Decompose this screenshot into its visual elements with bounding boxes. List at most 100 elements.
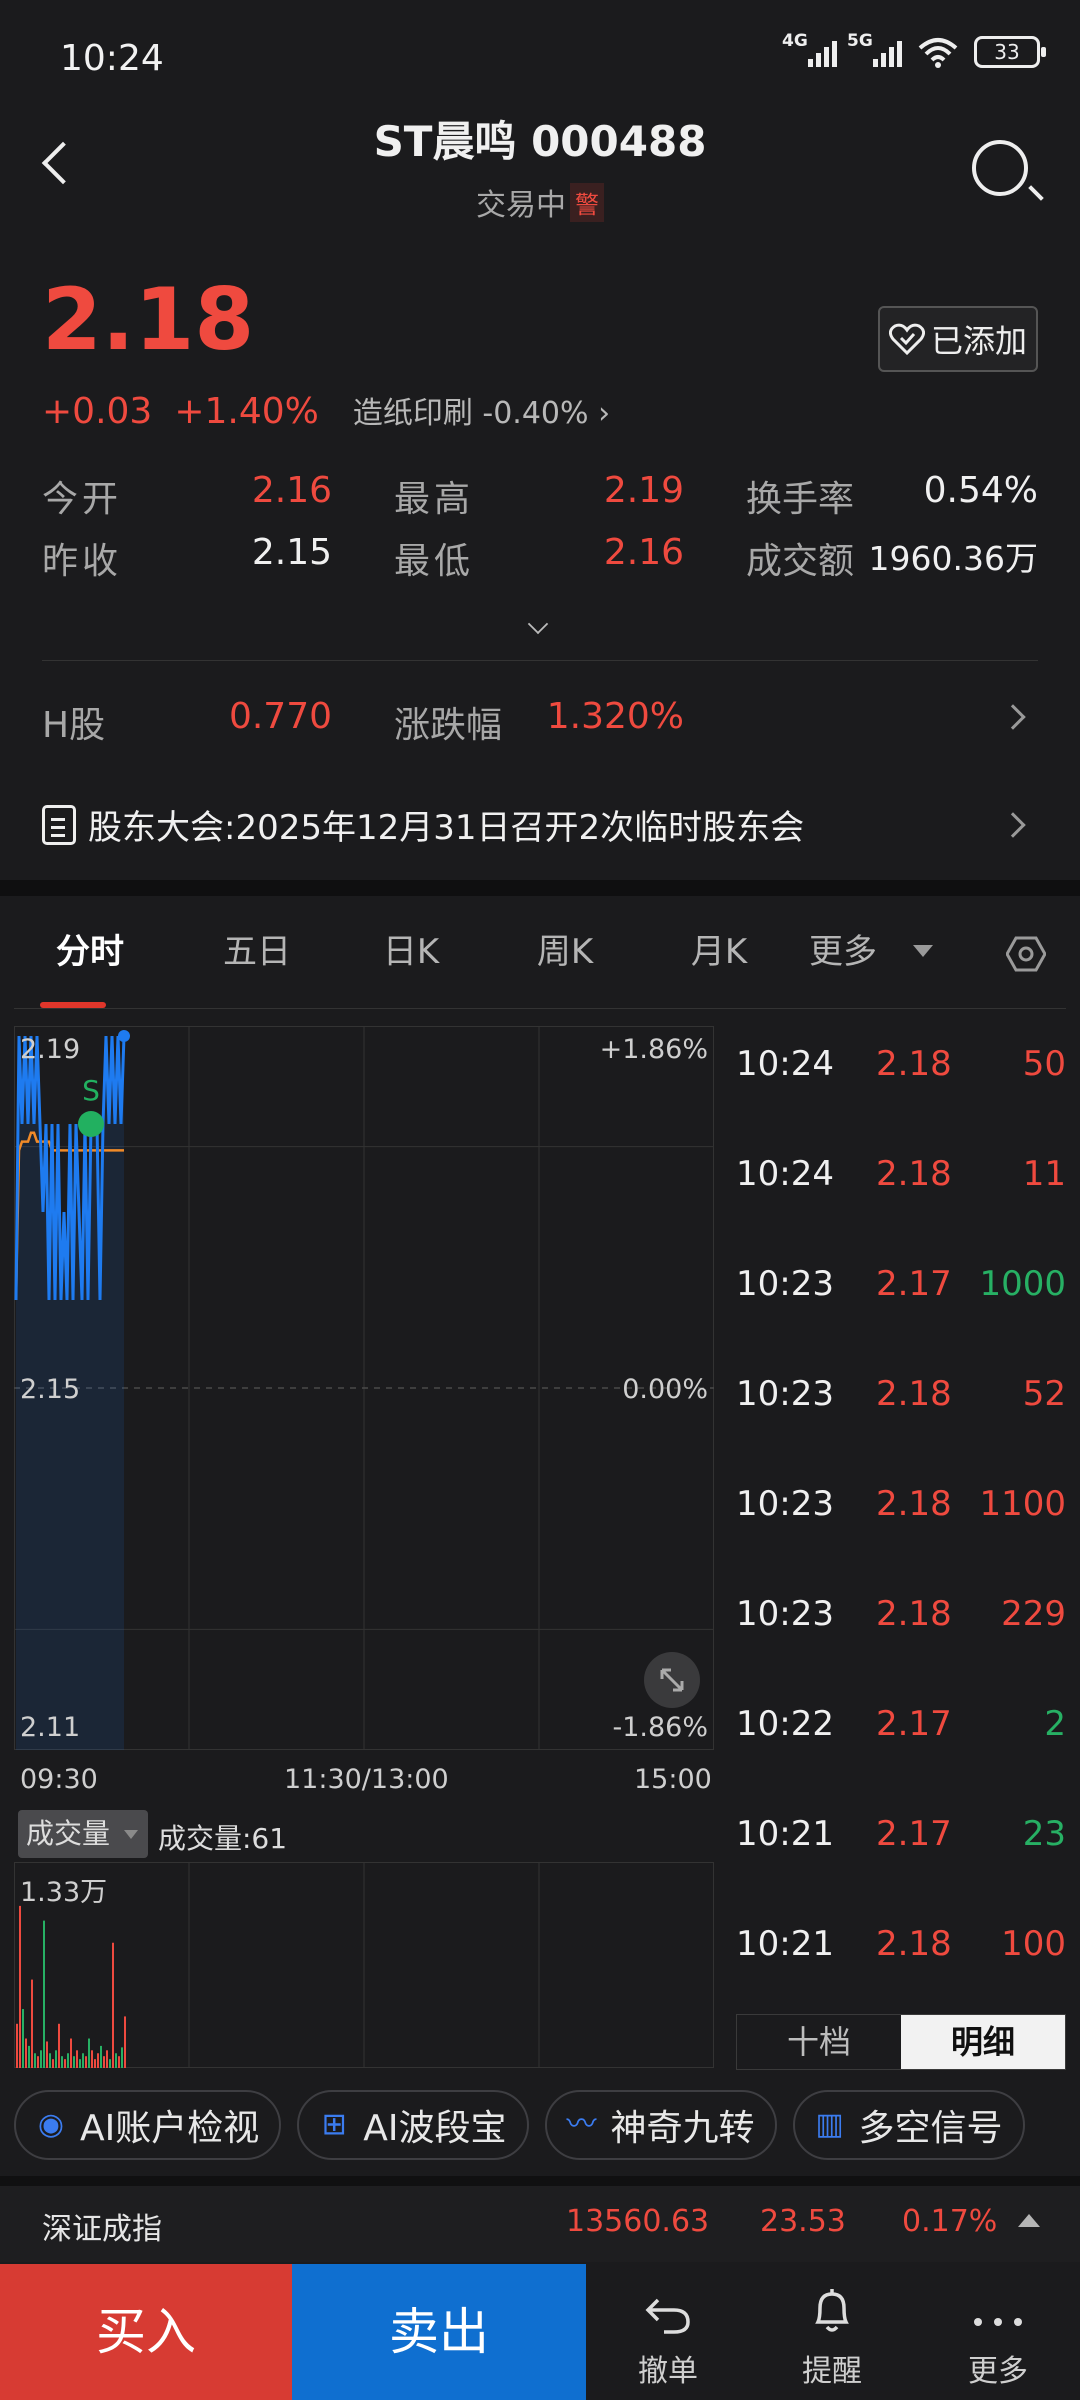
stock-title: ST晨鸣 000488 [373, 117, 707, 166]
volume-bar [34, 2053, 36, 2068]
volume-bar [43, 1920, 45, 2068]
notice-chevron-icon [1000, 812, 1026, 838]
intraday-chart-svg: S [14, 1026, 714, 1750]
tick-row: 10:23 2.18 1100 [736, 1484, 1066, 1524]
index-pct: 0.17% [902, 2204, 998, 2239]
warning-badge: 警 [570, 183, 604, 222]
volume-indicator-select[interactable]: 成交量 [18, 1810, 148, 1858]
prev-close-value: 2.15 [251, 532, 332, 573]
cancel-order-label: 撤单 [638, 2354, 698, 2389]
low-value: 2.16 [603, 532, 684, 573]
more-dots-icon [918, 2264, 1078, 2334]
watchlist-added-button[interactable]: 已添加 [878, 306, 1038, 372]
volume-bar [37, 2056, 39, 2068]
tick-price: 2.18 [876, 1484, 952, 1524]
status-time: 10:24 [60, 38, 164, 79]
expand-quote-chevron-icon[interactable] [527, 613, 549, 635]
tick-volume: 52 [1022, 1374, 1066, 1414]
tick-price: 2.17 [876, 1814, 952, 1854]
trend-icon: 〰 [566, 2107, 597, 2142]
quote-row-1: 今开 2.16 最高 2.19 换手率 0.54% [42, 470, 1038, 522]
chip-label: AI波段宝 [363, 2108, 507, 2149]
chip-bull-bear-signal[interactable]: ▥ 多空信号 [792, 2090, 1025, 2160]
expand-arrows-icon [660, 1668, 684, 1692]
divider [42, 660, 1038, 661]
index-expand-icon[interactable] [1018, 2214, 1040, 2227]
high-label: 最高 [394, 479, 475, 520]
signal-4g-icon: 4G [782, 31, 837, 67]
index-name: 深证成指 [42, 2212, 162, 2247]
chip-ai-band[interactable]: ⊞ AI波段宝 [297, 2090, 529, 2160]
cancel-order-button[interactable]: 撤单 [588, 2264, 748, 2400]
tab-daily-k[interactable]: 日K [334, 896, 488, 1008]
volume-bar [100, 2045, 102, 2068]
volume-bar [73, 2056, 75, 2068]
tab-intraday[interactable]: 分时 [0, 896, 180, 1008]
section-gap [0, 880, 1080, 896]
tab-weekly-k[interactable]: 周K [488, 896, 642, 1008]
quote-row-2: 昨收 2.15 最低 2.16 成交额 1960.36万 [42, 532, 1038, 584]
tab-monthly-k[interactable]: 月K [642, 896, 796, 1008]
x-axis-start: 09:30 [20, 1764, 98, 1795]
chart-settings-icon[interactable] [1006, 936, 1046, 972]
sector-link[interactable]: 造纸印刷 -0.40% › [353, 388, 610, 432]
tick-price: 2.18 [876, 1374, 952, 1414]
volume-readout: 成交量:61 [158, 1822, 288, 1855]
battery-icon: 33 [974, 36, 1046, 68]
sell-signal-label: S [82, 1074, 100, 1107]
search-button[interactable] [972, 140, 1028, 196]
hshare-label: H股 [42, 705, 106, 746]
open-value: 2.16 [251, 470, 332, 511]
hshare-row[interactable]: H股 0.770 涨跌幅 1.320% [42, 696, 1038, 748]
tick-time: 10:21 [736, 1924, 834, 1964]
volume-bar [103, 2056, 105, 2068]
volume-bar [94, 2059, 96, 2068]
volume-bar [97, 2053, 99, 2068]
volume-bar [118, 2056, 120, 2068]
detail-tabs: 十档 明细 [736, 2014, 1066, 2070]
more-button[interactable]: 更多 [918, 2264, 1078, 2400]
sell-button[interactable]: 卖出 [292, 2264, 586, 2400]
tab-trade-detail[interactable]: 明细 [901, 2015, 1065, 2069]
tab-ten-levels[interactable]: 十档 [737, 2015, 901, 2069]
volume-bar [85, 2056, 87, 2068]
tab-five-day[interactable]: 五日 [180, 896, 334, 1008]
volume-bar [19, 1905, 21, 2068]
index-change: 23.53 [760, 2204, 846, 2239]
buy-button[interactable]: 买入 [0, 2264, 292, 2400]
tick-row: 10:23 2.18 52 [736, 1374, 1066, 1414]
tab-more-label: 更多 [809, 932, 877, 972]
pct-axis-bottom: -1.86% [612, 1712, 708, 1743]
pct-axis-top: +1.86% [599, 1034, 708, 1065]
chip-magic-nine[interactable]: 〰神奇九转 [544, 2090, 777, 2160]
x-axis-mid: 11:30/13:00 [284, 1764, 449, 1795]
volume-bar [52, 2059, 54, 2068]
sell-signal-marker [78, 1111, 104, 1137]
sector-label: 造纸印刷 -0.40% [352, 396, 589, 431]
trade-status-text: 交易中 [476, 188, 566, 223]
chip-ai-account-review[interactable]: ◉ AI账户检视 [14, 2090, 282, 2160]
signal-5g-icon: 5G [847, 31, 902, 67]
fullscreen-chart-button[interactable] [644, 1652, 700, 1708]
tab-more[interactable]: 更多 [796, 896, 946, 1008]
volume-bar [91, 2050, 93, 2068]
tick-volume: 23 [1022, 1814, 1066, 1854]
tick-row: 10:24 2.18 50 [736, 1044, 1066, 1084]
alert-button[interactable]: 提醒 [752, 2264, 912, 2400]
trade-status: 交易中警 [0, 180, 1080, 224]
notice-icon [42, 804, 76, 845]
tick-row: 10:23 2.17 1000 [736, 1264, 1066, 1304]
volume-bar [49, 2053, 51, 2068]
tick-volume: 11 [1022, 1154, 1066, 1194]
tick-volume: 100 [1001, 1924, 1066, 1964]
tick-row: 10:23 2.18 229 [736, 1594, 1066, 1634]
price-change: +0.03 [42, 391, 153, 432]
high-value: 2.19 [603, 470, 684, 511]
chip-label: AI账户检视 [80, 2108, 260, 2149]
change-row: +0.03 +1.40% 造纸印刷 -0.40% › [42, 388, 610, 432]
open-label: 今开 [42, 479, 123, 520]
volume-bar [58, 2023, 60, 2068]
tick-volume: 229 [1001, 1594, 1066, 1634]
tick-time: 10:24 [736, 1044, 834, 1084]
notice-row[interactable]: 股东大会:2025年12月31日召开2次临时股东会 [42, 800, 804, 849]
